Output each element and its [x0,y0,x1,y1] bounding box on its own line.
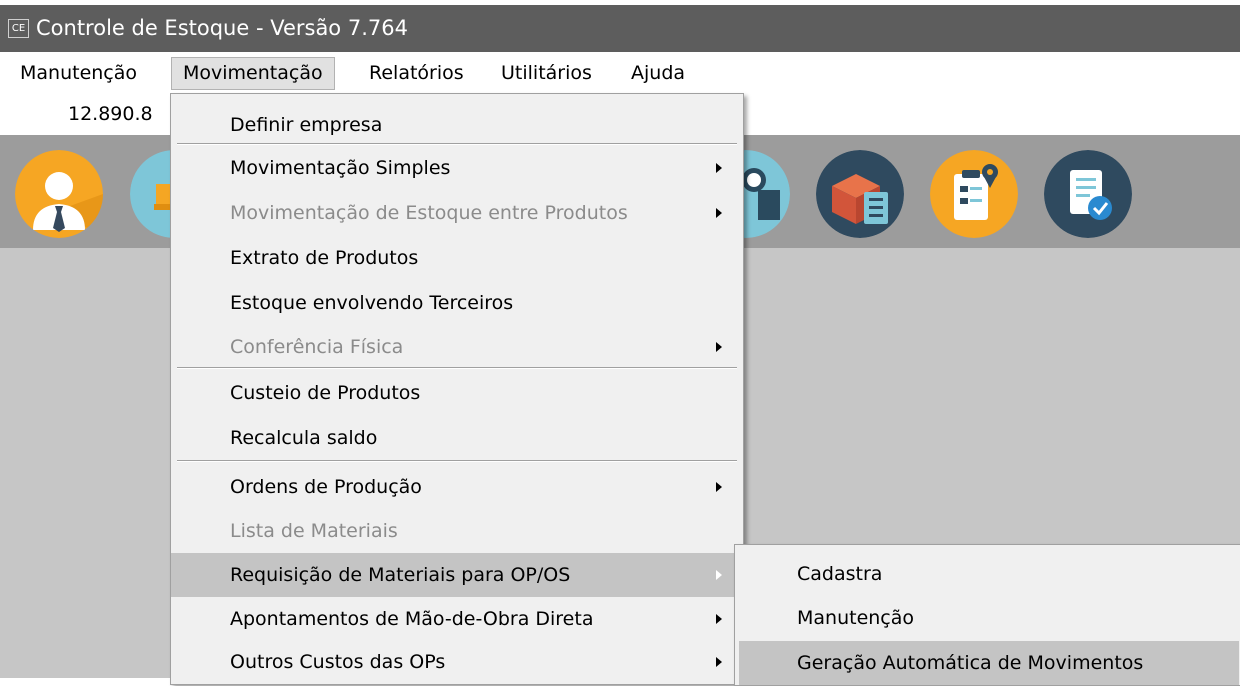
submenu-item-geracao-automatica[interactable]: Geração Automática de Movimentos [739,641,1239,685]
submenu-arrow-icon [716,614,722,624]
document-check-button[interactable] [1044,150,1132,238]
menu-item-outros-custos-ops[interactable]: Outros Custos das OPs [171,640,743,684]
menu-item-mov-estoque-entre-produtos[interactable]: Movimentação de Estoque entre Produtos [171,191,743,235]
submenu-item-cadastra[interactable]: Cadastra [735,552,1240,596]
menu-item-extrato-produtos[interactable]: Extrato de Produtos [171,236,743,280]
submenu-item-manutencao[interactable]: Manutenção [735,596,1240,640]
user-icon [15,150,103,238]
document-check-icon [1044,150,1132,238]
title-bar: CE Controle de Estoque - Versão 7.764 [0,5,1240,52]
menu-item-estoque-terceiros[interactable]: Estoque envolvendo Terceiros [171,281,743,325]
menu-item-ordens-producao[interactable]: Ordens de Produção [171,465,743,509]
movimentacao-dropdown: Definir empresa Movimentação Simples Mov… [170,93,744,685]
submenu-arrow-icon [716,208,722,218]
menu-manutencao[interactable]: Manutenção [9,58,148,89]
submenu-arrow-icon [716,342,722,352]
menu-ajuda[interactable]: Ajuda [620,58,696,89]
menu-separator [177,460,737,462]
company-id-value: 12.890.8 [68,103,153,125]
menu-separator [177,367,737,369]
menu-item-custeio-produtos[interactable]: Custeio de Produtos [171,371,743,415]
menu-item-lista-materiais[interactable]: Lista de Materiais [171,509,743,553]
menu-item-recalcula-saldo[interactable]: Recalcula saldo [171,416,743,460]
box-checklist-icon [816,150,904,238]
menu-item-definir-empresa[interactable]: Definir empresa [171,103,743,147]
menu-separator [177,143,737,145]
clipboard-location-icon [930,150,1018,238]
submenu-arrow-icon [716,163,722,173]
submenu-arrow-icon [716,657,722,667]
menu-relatorios[interactable]: Relatórios [358,58,475,89]
app-icon: CE [8,19,29,38]
menu-item-requisicao-materiais[interactable]: Requisição de Materiais para OP/OS [171,553,743,597]
requisicao-submenu: Cadastra Manutenção Geração Automática d… [734,544,1240,686]
submenu-arrow-icon [716,570,722,580]
user-button[interactable] [15,150,103,238]
window-title: Controle de Estoque - Versão 7.764 [36,16,408,40]
box-checklist-button[interactable] [816,150,904,238]
menu-item-movimentacao-simples[interactable]: Movimentação Simples [171,146,743,190]
menu-utilitarios[interactable]: Utilitários [490,58,603,89]
menu-item-conferencia-fisica[interactable]: Conferência Física [171,325,743,369]
menu-bar: Manutenção Movimentação Relatórios Utili… [0,52,1240,95]
clipboard-location-button[interactable] [930,150,1018,238]
submenu-arrow-icon [716,482,722,492]
menu-movimentacao[interactable]: Movimentação [171,57,335,90]
menu-item-apontamentos-mao-obra[interactable]: Apontamentos de Mão-de-Obra Direta [171,597,743,641]
